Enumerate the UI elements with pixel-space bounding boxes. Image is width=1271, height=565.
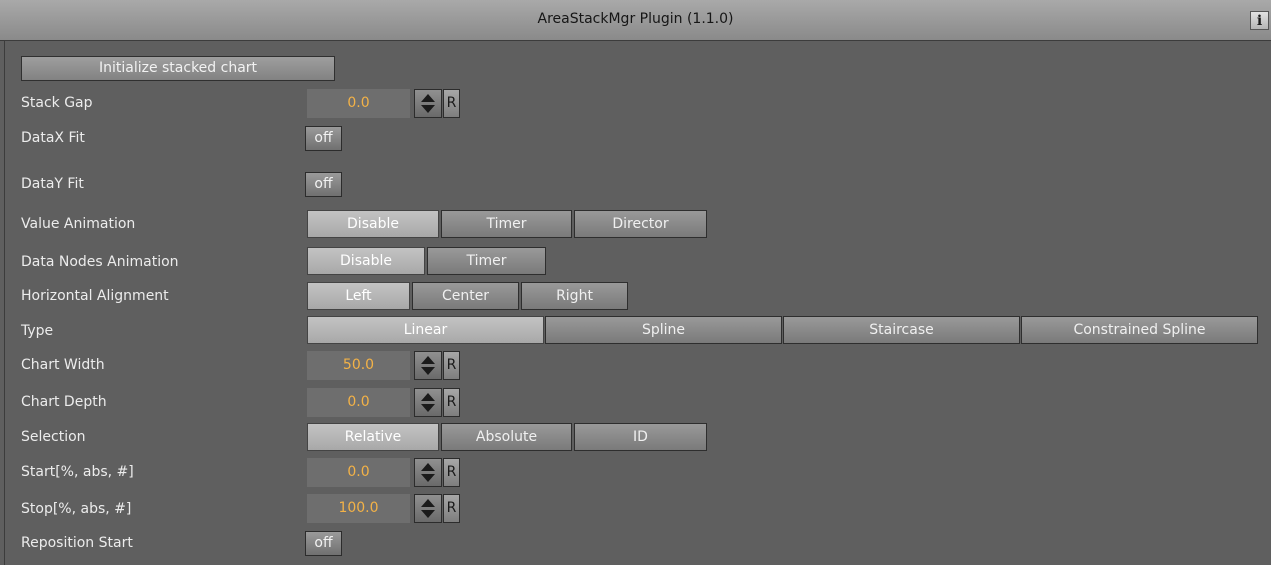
data-nodes-animation-label: Data Nodes Animation bbox=[21, 254, 179, 270]
chart-width-spinner[interactable] bbox=[414, 351, 442, 380]
datay-fit-toggle[interactable]: off bbox=[305, 172, 342, 197]
stack-gap-reset-button[interactable]: R bbox=[443, 89, 460, 118]
data-nodes-animation-timer[interactable]: Timer bbox=[427, 247, 546, 275]
value-animation-timer[interactable]: Timer bbox=[441, 210, 572, 238]
info-icon[interactable]: i bbox=[1250, 11, 1269, 30]
chart-depth-input[interactable]: 0.0 bbox=[307, 388, 410, 417]
selection-label: Selection bbox=[21, 429, 86, 445]
stop-input[interactable]: 100.0 bbox=[307, 494, 410, 523]
alignment-right[interactable]: Right bbox=[521, 282, 628, 310]
title-bar: AreaStackMgr Plugin (1.1.0) i bbox=[0, 0, 1271, 41]
value-animation-director[interactable]: Director bbox=[574, 210, 707, 238]
initialize-stacked-chart-button[interactable]: Initialize stacked chart bbox=[21, 56, 335, 81]
stack-gap-spinner[interactable] bbox=[414, 89, 442, 118]
type-label: Type bbox=[21, 323, 54, 339]
reposition-start-label: Reposition Start bbox=[21, 535, 133, 551]
type-staircase[interactable]: Staircase bbox=[783, 316, 1020, 344]
stack-gap-label: Stack Gap bbox=[21, 95, 93, 111]
start-reset-button[interactable]: R bbox=[443, 458, 460, 487]
datax-fit-label: DataX Fit bbox=[21, 130, 85, 146]
value-animation-label: Value Animation bbox=[21, 216, 136, 232]
window-title: AreaStackMgr Plugin (1.1.0) bbox=[537, 11, 734, 27]
chart-width-label: Chart Width bbox=[21, 357, 105, 373]
horizontal-alignment-label: Horizontal Alignment bbox=[21, 288, 169, 304]
stack-gap-input[interactable]: 0.0 bbox=[307, 89, 410, 118]
type-linear[interactable]: Linear bbox=[307, 316, 544, 344]
plugin-panel bbox=[4, 40, 1271, 565]
start-spinner[interactable] bbox=[414, 458, 442, 487]
chart-depth-label: Chart Depth bbox=[21, 394, 107, 410]
type-spline[interactable]: Spline bbox=[545, 316, 782, 344]
datax-fit-toggle[interactable]: off bbox=[305, 126, 342, 151]
stop-spinner[interactable] bbox=[414, 494, 442, 523]
type-constrained-spline[interactable]: Constrained Spline bbox=[1021, 316, 1258, 344]
selection-relative[interactable]: Relative bbox=[307, 423, 439, 451]
chart-depth-reset-button[interactable]: R bbox=[443, 388, 460, 417]
chart-width-reset-button[interactable]: R bbox=[443, 351, 460, 380]
start-label: Start[%, abs, #] bbox=[21, 464, 134, 480]
selection-id[interactable]: ID bbox=[574, 423, 707, 451]
reposition-start-toggle[interactable]: off bbox=[305, 531, 342, 556]
chart-depth-spinner[interactable] bbox=[414, 388, 442, 417]
datay-fit-label: DataY Fit bbox=[21, 176, 84, 192]
selection-absolute[interactable]: Absolute bbox=[441, 423, 572, 451]
data-nodes-animation-disable[interactable]: Disable bbox=[307, 247, 425, 275]
alignment-center[interactable]: Center bbox=[412, 282, 519, 310]
stop-label: Stop[%, abs, #] bbox=[21, 501, 132, 517]
value-animation-disable[interactable]: Disable bbox=[307, 210, 439, 238]
stop-reset-button[interactable]: R bbox=[443, 494, 460, 523]
alignment-left[interactable]: Left bbox=[307, 282, 410, 310]
start-input[interactable]: 0.0 bbox=[307, 458, 410, 487]
chart-width-input[interactable]: 50.0 bbox=[307, 351, 410, 380]
